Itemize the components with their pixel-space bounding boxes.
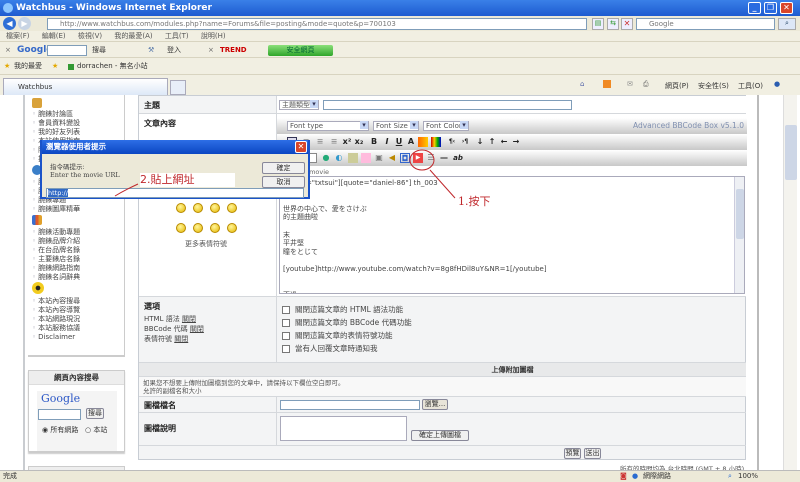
status-bar: 完成 ◙ ● 網際網路 ⌕ 100% <box>0 470 800 482</box>
zoom-level[interactable]: 100% <box>738 471 758 482</box>
annotation-arrow-1 <box>429 169 456 199</box>
annotation-arrow-2 <box>114 183 139 197</box>
annotation-overlay <box>114 149 456 199</box>
annotation-step1: 1.按下 <box>458 195 491 208</box>
blocked-icon: ◙ <box>620 472 627 480</box>
zoom-icon[interactable]: ⌕ <box>728 471 732 482</box>
status-text: 完成 <box>3 472 17 480</box>
annotation-circle <box>409 149 435 171</box>
zone-text: 網際網路 <box>643 472 671 480</box>
internet-zone-icon: ● <box>632 472 639 480</box>
